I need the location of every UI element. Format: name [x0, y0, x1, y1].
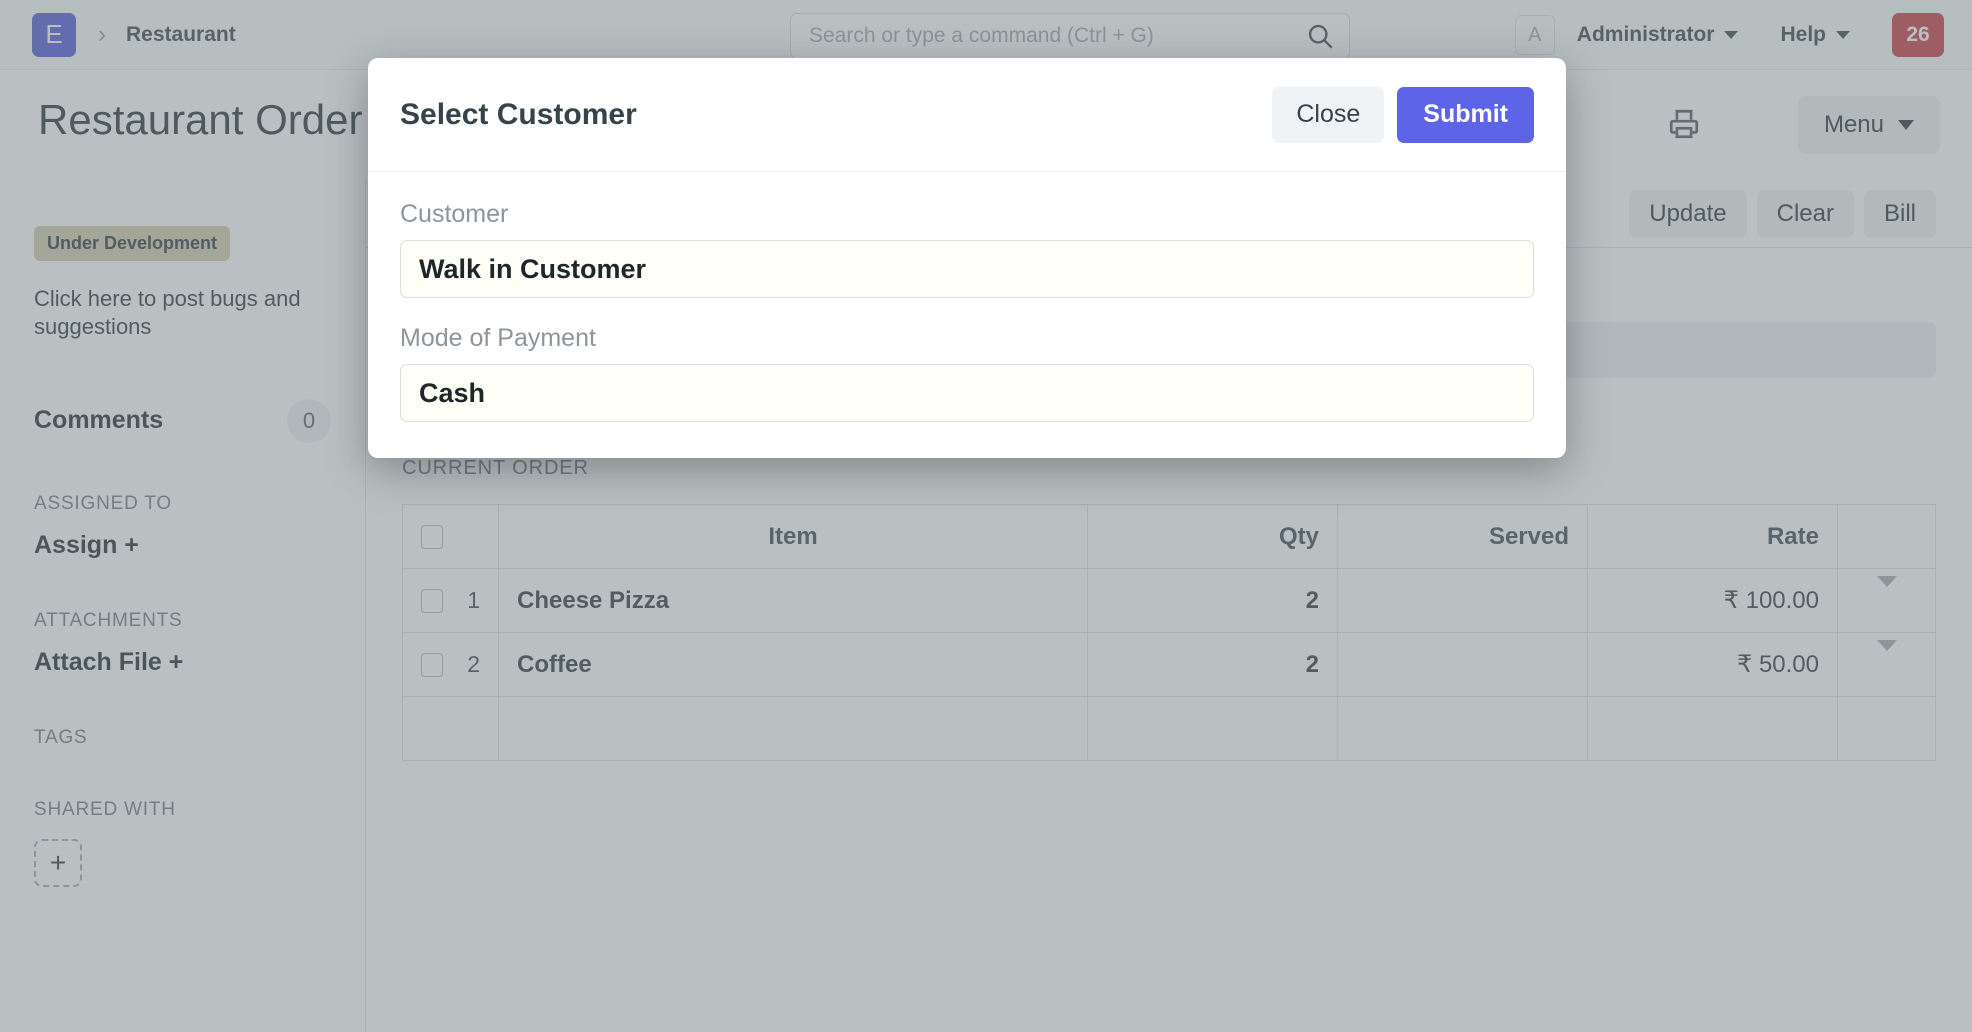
close-button[interactable]: Close — [1272, 87, 1384, 143]
submit-button[interactable]: Submit — [1397, 87, 1534, 143]
help-menu-label: Help — [1780, 23, 1826, 47]
cell-served[interactable] — [1338, 633, 1588, 697]
user-menu-label: Administrator — [1577, 23, 1715, 47]
menu-button[interactable]: Menu — [1798, 96, 1940, 154]
cell-rate[interactable] — [1588, 697, 1838, 761]
add-shared-user-button[interactable]: + — [34, 839, 82, 887]
cell-rate[interactable]: ₹ 50.00 — [1588, 633, 1838, 697]
shared-with-heading: SHARED WITH — [34, 799, 331, 821]
cell-item[interactable]: Coffee — [499, 633, 1088, 697]
order-table-section: CURRENT ORDER Item Qty Served Rate — [366, 419, 1972, 761]
post-bugs-link[interactable]: Click here to post bugs and suggestions — [34, 285, 331, 341]
print-icon[interactable] — [1664, 104, 1704, 144]
row-select-cell — [403, 697, 499, 761]
avatar[interactable]: A — [1515, 15, 1555, 55]
payment-field-group: Mode of Payment — [400, 324, 1534, 422]
chevron-down-icon[interactable] — [1877, 576, 1897, 614]
customer-input[interactable] — [400, 240, 1534, 298]
attach-file-button[interactable]: Attach File + — [34, 648, 331, 677]
dialog-title: Select Customer — [400, 98, 1272, 132]
assign-button[interactable]: Assign + — [34, 531, 331, 560]
help-menu[interactable]: Help — [1780, 23, 1850, 47]
update-button[interactable]: Update — [1629, 190, 1746, 238]
row-checkbox[interactable] — [421, 589, 443, 613]
select-all-checkbox[interactable] — [421, 525, 443, 549]
comments-row[interactable]: Comments 0 — [34, 399, 331, 443]
cell-served[interactable] — [1338, 569, 1588, 633]
search-input[interactable] — [790, 13, 1350, 59]
chevron-right-icon: › — [98, 21, 106, 49]
column-header-item[interactable]: Item — [499, 505, 1088, 569]
attachments-heading: ATTACHMENTS — [34, 610, 331, 632]
row-checkbox[interactable] — [421, 653, 443, 677]
select-customer-dialog: Select Customer Close Submit Customer Mo… — [368, 58, 1566, 458]
column-header-actions — [1838, 505, 1936, 569]
cell-qty[interactable] — [1088, 697, 1338, 761]
customer-field-group: Customer — [400, 200, 1534, 298]
navbar-right-group: A Administrator Help 26 — [1515, 0, 1944, 70]
shared-with-section: SHARED WITH + — [34, 799, 331, 887]
menu-button-label: Menu — [1824, 111, 1884, 139]
user-menu[interactable]: Administrator — [1577, 23, 1739, 47]
attachments-section: ATTACHMENTS Attach File + — [34, 610, 331, 677]
row-expand-cell[interactable] — [1838, 569, 1936, 633]
column-header-rate[interactable]: Rate — [1588, 505, 1838, 569]
dialog-header: Select Customer Close Submit — [368, 58, 1566, 172]
select-all-header — [403, 505, 499, 569]
chevron-down-icon — [1724, 31, 1738, 39]
row-index: 1 — [467, 587, 480, 614]
mode-of-payment-input[interactable] — [400, 364, 1534, 422]
chevron-down-icon — [1836, 31, 1850, 39]
comments-label: Comments — [34, 406, 163, 435]
cell-served[interactable] — [1338, 697, 1588, 761]
cell-qty[interactable]: 2 — [1088, 633, 1338, 697]
mode-of-payment-label: Mode of Payment — [400, 324, 1534, 353]
tags-heading: TAGS — [34, 727, 331, 749]
assigned-to-section: ASSIGNED TO Assign + — [34, 493, 331, 560]
clear-button[interactable]: Clear — [1757, 190, 1854, 238]
status-badge: Under Development — [34, 226, 230, 261]
chevron-down-icon[interactable] — [1877, 640, 1897, 678]
table-row[interactable] — [403, 697, 1936, 761]
sidebar: Under Development Click here to post bug… — [0, 180, 366, 1032]
row-index: 2 — [467, 651, 480, 678]
app-logo[interactable]: E — [32, 13, 76, 57]
row-expand-cell[interactable] — [1838, 697, 1936, 761]
cell-rate[interactable]: ₹ 100.00 — [1588, 569, 1838, 633]
row-expand-cell[interactable] — [1838, 633, 1936, 697]
assigned-to-heading: ASSIGNED TO — [34, 493, 331, 515]
breadcrumb[interactable]: Restaurant — [126, 23, 236, 47]
notification-badge[interactable]: 26 — [1892, 13, 1944, 57]
customer-label: Customer — [400, 200, 1534, 229]
bill-button[interactable]: Bill — [1864, 190, 1936, 238]
cell-item[interactable] — [499, 697, 1088, 761]
dialog-body: Customer Mode of Payment — [368, 172, 1566, 458]
chevron-down-icon — [1898, 120, 1914, 130]
comments-count: 0 — [287, 399, 331, 443]
table-header-row: Item Qty Served Rate — [403, 505, 1936, 569]
table-row[interactable]: 2 Coffee 2 ₹ 50.00 — [403, 633, 1936, 697]
current-order-caption: CURRENT ORDER — [402, 457, 1936, 480]
cell-qty[interactable]: 2 — [1088, 569, 1338, 633]
table-row[interactable]: 1 Cheese Pizza 2 ₹ 100.00 — [403, 569, 1936, 633]
cell-item[interactable]: Cheese Pizza — [499, 569, 1088, 633]
row-select-cell: 1 — [403, 569, 499, 633]
column-header-served[interactable]: Served — [1338, 505, 1588, 569]
row-select-cell: 2 — [403, 633, 499, 697]
tags-section: TAGS — [34, 727, 331, 749]
column-header-qty[interactable]: Qty — [1088, 505, 1338, 569]
order-table: Item Qty Served Rate 1 — [402, 504, 1936, 761]
search-icon[interactable] — [1306, 22, 1334, 50]
search-box — [790, 13, 1350, 59]
